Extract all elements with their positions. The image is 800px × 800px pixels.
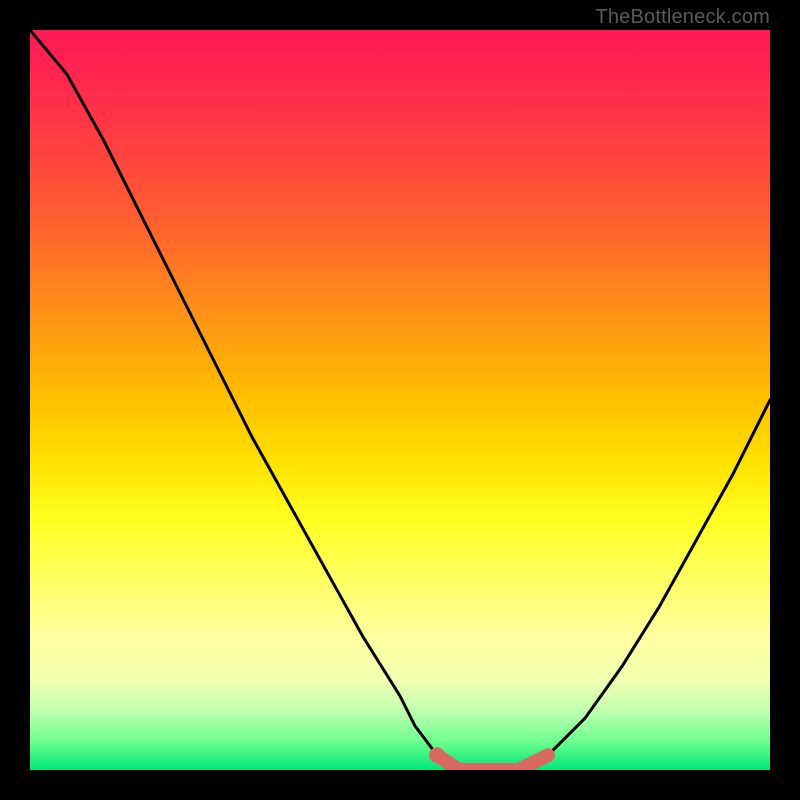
optimal-range-highlight — [437, 755, 548, 770]
chart-svg — [30, 30, 770, 770]
watermark-text: TheBottleneck.com — [595, 6, 770, 29]
optimal-point-marker — [429, 747, 445, 763]
plot-area — [30, 30, 770, 770]
bottleneck-curve-line — [30, 30, 770, 770]
chart-container: TheBottleneck.com — [0, 0, 800, 800]
